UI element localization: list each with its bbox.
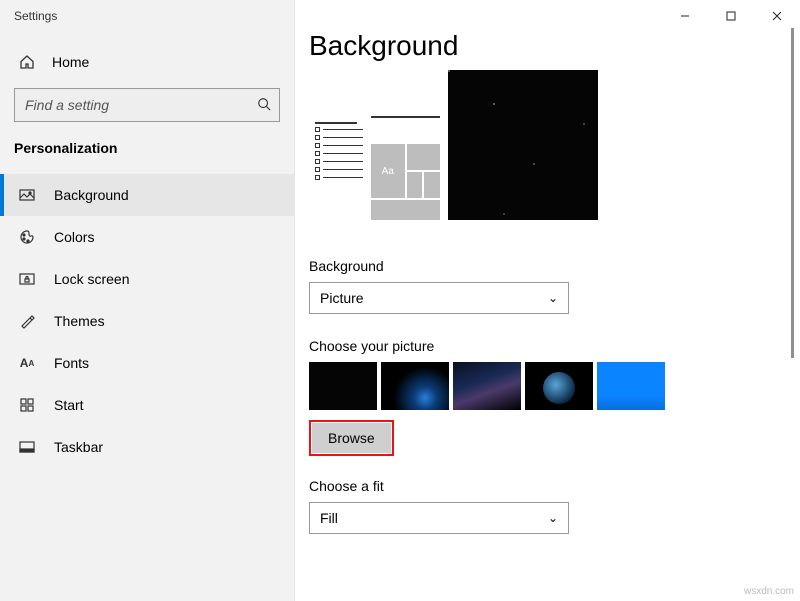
picture-thumb[interactable] bbox=[525, 362, 593, 410]
chevron-down-icon: ⌄ bbox=[548, 291, 558, 305]
palette-icon bbox=[18, 229, 36, 245]
preview-tile-aa: Aa bbox=[371, 144, 405, 198]
sidebar-item-label: Taskbar bbox=[54, 439, 103, 455]
choose-fit-label: Choose a fit bbox=[309, 478, 770, 494]
picture-thumb[interactable] bbox=[381, 362, 449, 410]
picture-thumb[interactable] bbox=[453, 362, 521, 410]
fit-dropdown[interactable]: Fill ⌄ bbox=[309, 502, 569, 534]
start-icon bbox=[18, 398, 36, 412]
sidebar-item-label: Lock screen bbox=[54, 271, 129, 287]
home-label: Home bbox=[52, 54, 89, 70]
lockscreen-icon bbox=[18, 271, 36, 287]
sidebar-item-start[interactable]: Start bbox=[0, 384, 294, 426]
minimize-button[interactable] bbox=[662, 0, 708, 32]
sidebar-item-label: Fonts bbox=[54, 355, 89, 371]
dropdown-value: Fill bbox=[320, 510, 338, 526]
search-input[interactable] bbox=[25, 97, 246, 113]
background-label: Background bbox=[309, 258, 770, 274]
choose-picture-label: Choose your picture bbox=[309, 338, 770, 354]
chevron-down-icon: ⌄ bbox=[548, 511, 558, 525]
sidebar-item-taskbar[interactable]: Taskbar bbox=[0, 426, 294, 468]
picture-thumb[interactable] bbox=[597, 362, 665, 410]
sidebar-item-label: Start bbox=[54, 397, 84, 413]
preview-wallpaper bbox=[448, 70, 598, 220]
maximize-button[interactable] bbox=[708, 0, 754, 32]
themes-icon bbox=[18, 313, 36, 329]
taskbar-icon bbox=[18, 439, 36, 455]
app-title: Settings bbox=[14, 9, 57, 23]
background-dropdown[interactable]: Picture ⌄ bbox=[309, 282, 569, 314]
page-title: Background bbox=[309, 30, 770, 62]
sidebar-item-themes[interactable]: Themes bbox=[0, 300, 294, 342]
scrollbar[interactable] bbox=[791, 28, 794, 358]
watermark: wsxdn.com bbox=[744, 586, 794, 597]
nav-list: Background Colors Lock screen Themes bbox=[0, 174, 294, 468]
sidebar-item-background[interactable]: Background bbox=[0, 174, 294, 216]
window-title: Settings bbox=[0, 0, 294, 32]
sidebar-item-fonts[interactable]: AA Fonts bbox=[0, 342, 294, 384]
desktop-preview: Aa bbox=[309, 80, 770, 220]
dropdown-value: Picture bbox=[320, 290, 364, 306]
browse-button[interactable]: Browse bbox=[312, 423, 391, 453]
home-nav[interactable]: Home bbox=[0, 42, 294, 82]
sidebar-item-colors[interactable]: Colors bbox=[0, 216, 294, 258]
sidebar-item-label: Background bbox=[54, 187, 129, 203]
picture-thumb[interactable] bbox=[309, 362, 377, 410]
category-title: Personalization bbox=[0, 122, 294, 166]
sidebar-item-lockscreen[interactable]: Lock screen bbox=[0, 258, 294, 300]
browse-highlight: Browse bbox=[309, 420, 394, 456]
main-content: Background Aa bbox=[295, 0, 800, 601]
sidebar-item-label: Themes bbox=[54, 313, 105, 329]
picture-thumbs bbox=[309, 362, 770, 410]
sidebar-item-label: Colors bbox=[54, 229, 94, 245]
fonts-icon: AA bbox=[18, 356, 36, 370]
sidebar: Settings Home Personalization bbox=[0, 0, 295, 601]
search-icon bbox=[257, 97, 271, 114]
home-icon bbox=[18, 54, 36, 70]
search-input-wrap[interactable] bbox=[14, 88, 280, 122]
picture-icon bbox=[18, 187, 36, 203]
